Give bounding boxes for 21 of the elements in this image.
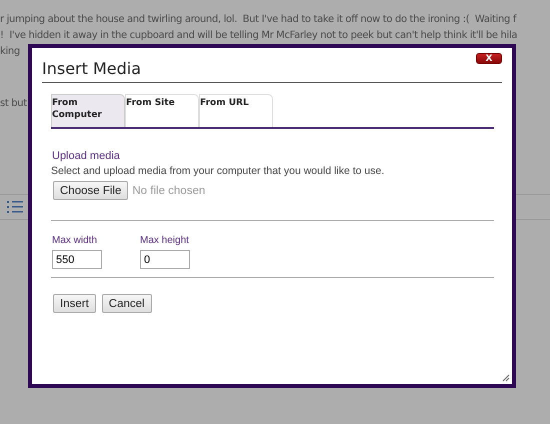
- numbered-list-icon[interactable]: [5, 198, 25, 216]
- close-button[interactable]: X: [476, 53, 502, 64]
- input-field[interactable]: 0: [140, 250, 190, 269]
- tab[interactable]: From URL: [199, 94, 273, 127]
- tab[interactable]: From Computer: [51, 94, 125, 127]
- field-label: Max height: [140, 235, 190, 246]
- description-text: Select and upload media from your computer that you would like to use.: [51, 165, 386, 177]
- page-text: king: [0, 46, 20, 57]
- input-field[interactable]: 550: [52, 250, 102, 269]
- page-text: r jumping about the house and twirling around, lol. But I've had to take it off now to do the ironing :( Waiting f: [0, 13, 518, 27]
- section-title: Upload media: [52, 150, 121, 162]
- resize-grip-icon[interactable]: [502, 374, 510, 382]
- page-text: ! I've hidden it away in the cupboard and will be telling Mr McFarley not to peek but can't help think it'll be hila: [0, 29, 518, 43]
- insert-button[interactable]: Insert: [53, 294, 96, 313]
- file-status: No file chosen: [132, 184, 206, 196]
- dialog-title: Insert Media: [42, 58, 142, 80]
- field-label: Max width: [52, 235, 98, 246]
- cancel-button[interactable]: Cancel: [102, 294, 152, 313]
- choose-file-button[interactable]: Choose File: [53, 181, 128, 200]
- tab[interactable]: From Site: [125, 94, 199, 127]
- page-text: st but: [0, 98, 27, 109]
